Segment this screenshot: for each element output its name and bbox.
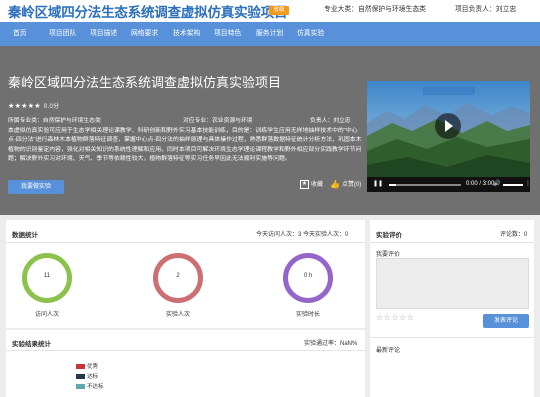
nav-architecture[interactable]: 技术架构 [173, 22, 200, 46]
divider [6, 242, 365, 243]
divider [370, 242, 534, 243]
video-time: 0:00 / 3:00 [466, 181, 495, 187]
nav-network[interactable]: 网络要求 [131, 22, 158, 46]
nav-description[interactable]: 项目描述 [90, 22, 117, 46]
video-player[interactable]: ❚❚ 0:00 / 3:00 🔊 ⋮ [367, 81, 530, 192]
hero-title: 秦岭区域四分法生态系统调查虚拟仿真实验项目 [8, 75, 282, 90]
legend-swatch [76, 364, 85, 370]
meta-owner: 负责人：刘立忠 [310, 118, 351, 124]
legend-excellent: 优秀 [76, 362, 98, 370]
nav-simulation[interactable]: 仿真实验 [297, 22, 324, 46]
top-header: 秦岭区域四分法生态系统调查虚拟仿真实验项目 省级 专业大类：自然保护与环境生态类… [0, 0, 540, 22]
pass-rate: 实验通过率：NaN% [304, 341, 358, 347]
divider [6, 350, 365, 351]
today-stats: 今天访问人次：3 今天实验人次：0 [256, 232, 349, 238]
evaluation-star-rating[interactable]: ☆☆☆☆☆ [376, 313, 414, 322]
more-icon[interactable]: ⋮ [525, 177, 530, 192]
evaluation-textarea[interactable] [376, 258, 529, 309]
nav-home[interactable]: 首页 [13, 22, 27, 46]
results-title: 实验结果统计 [12, 341, 51, 348]
volume-icon[interactable]: 🔊 [493, 177, 500, 192]
experiments-ring: 2 [153, 253, 203, 303]
major-category: 专业大类：自然保护与环境生态类 [324, 6, 426, 13]
seek-progress [389, 184, 397, 186]
project-owner: 项目负责人：刘立忠 [455, 6, 517, 13]
publish-comment-button[interactable]: 发表评论 [483, 314, 529, 328]
my-evaluation-label: 我要评价 [376, 252, 401, 258]
like-button[interactable]: 👍 点赞(0) [330, 179, 361, 189]
experiments-label: 实验人次 [165, 312, 190, 318]
volume-slider[interactable] [503, 184, 523, 186]
project-description: 本虚拟仿真实验可应用于生态学相关理论课教学、科研创新和野外实习基本技能训练，目的… [8, 128, 362, 163]
evaluation-title: 实验评价 [376, 232, 402, 239]
play-icon[interactable] [435, 113, 461, 139]
comment-count: 评论数：0 [500, 232, 528, 238]
legend-label: 优秀 [87, 364, 99, 370]
latest-comments-label: 最新评论 [376, 348, 401, 354]
nav-team[interactable]: 项目团队 [49, 22, 76, 46]
pause-icon[interactable]: ❚❚ [373, 177, 383, 192]
start-experiment-button[interactable]: 我要做实验 [8, 180, 64, 194]
nav-features[interactable]: 项目特色 [214, 22, 241, 46]
favorite-label: 收藏 [311, 182, 324, 188]
main-nav: 首页 项目团队 项目描述 网络要求 技术架构 项目特色 服务计划 仿真实验 [0, 22, 540, 46]
duration-label: 实验时长 [295, 312, 320, 318]
star-icon: ★ [300, 179, 309, 189]
duration-value: 0 h [303, 273, 313, 279]
meta-major: 所属专业类：自然保护与环境生态类 [8, 118, 101, 124]
results-panel: 实验结果统计 实验通过率：NaN% 优秀 达标 不达标 [6, 330, 365, 397]
legend-label: 达标 [87, 374, 99, 380]
stats-panel: 数据统计 今天访问人次：3 今天实验人次：0 11 访问人次 2 实验人次 0 … [6, 220, 365, 328]
like-label: 点赞(0) [341, 182, 362, 188]
legend-fail: 不达标 [76, 382, 104, 390]
visits-value: 11 [43, 273, 51, 279]
nav-service-plan[interactable]: 服务计划 [256, 22, 283, 46]
legend-pass: 达标 [76, 372, 98, 380]
stats-title: 数据统计 [12, 232, 38, 239]
meta-target-major: 对应专业：农业资源与环境 [183, 118, 253, 124]
rating: ★★★★★ 0.0分 [8, 101, 59, 110]
favorite-button[interactable]: ★ 收藏 [300, 179, 323, 189]
rating-score: 0.0分 [43, 104, 60, 110]
visits-ring: 11 [22, 253, 72, 303]
legend-label: 不达标 [87, 384, 104, 390]
site-title[interactable]: 秦岭区域四分法生态系统调查虚拟仿真实验项目 [8, 1, 288, 21]
duration-ring: 0 h [283, 253, 333, 303]
visits-label: 访问人次 [34, 312, 59, 318]
video-controls: ❚❚ 0:00 / 3:00 🔊 ⋮ [367, 177, 530, 192]
star-icon: ★★★★★ [8, 103, 41, 110]
hero-banner: 秦岭区域四分法生态系统调查虚拟仿真实验项目 ★★★★★ 0.0分 所属专业类：自然… [0, 46, 540, 260]
experiments-value: 2 [176, 273, 180, 279]
legend-swatch [76, 384, 85, 390]
video-seek-bar[interactable] [389, 184, 461, 186]
level-badge: 省级 [269, 6, 289, 15]
divider [370, 337, 534, 338]
legend-swatch [76, 374, 85, 380]
like-icon: 👍 [330, 179, 340, 189]
